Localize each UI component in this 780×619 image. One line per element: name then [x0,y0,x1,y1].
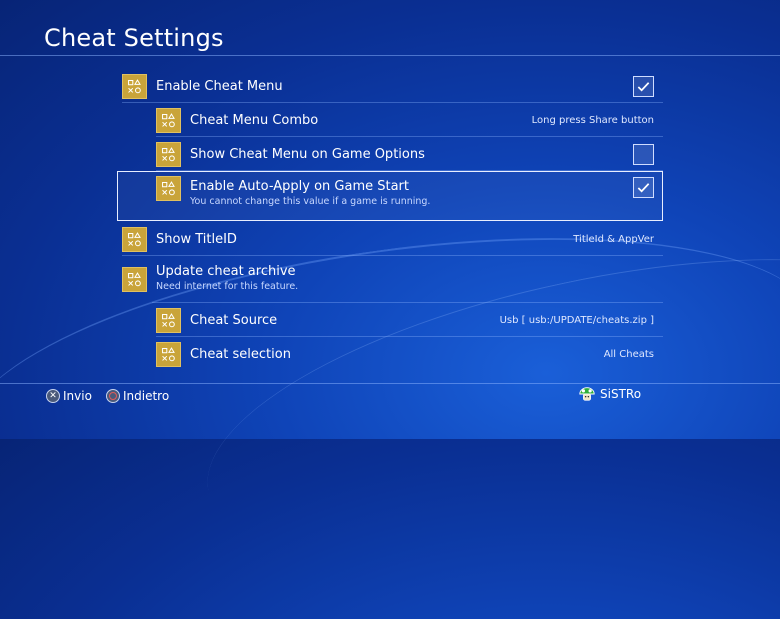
user-profile: SiSTRo [578,385,641,403]
setting-label: Show Cheat Menu on Game Options [190,146,425,162]
header-divider [0,55,780,56]
playstation-shapes-icon [156,107,181,133]
setting-title: Update cheat archive [156,264,296,279]
setting-value: Long press Share button [531,114,654,126]
playstation-shapes-icon [156,176,181,201]
setting-label: Cheat Menu Combo [190,112,319,128]
setting-cheat-selection[interactable]: Cheat selection All Cheats [156,337,663,371]
playstation-shapes-icon [122,226,147,252]
playstation-shapes-icon [156,341,181,367]
setting-enable-cheat-menu[interactable]: Enable Cheat Menu [122,69,663,103]
playstation-shapes-icon [156,141,181,167]
enable-cheat-menu-checkbox[interactable] [633,75,654,97]
mushroom-avatar-icon [578,385,596,403]
setting-cheat-menu-combo[interactable]: Cheat Menu Combo Long press Share button [156,103,663,137]
page-title: Cheat Settings [44,24,224,52]
setting-show-cheat-menu-game-options[interactable]: Show Cheat Menu on Game Options [156,137,663,171]
confirm-button[interactable]: ✕ Invio [46,389,92,403]
show-cheat-menu-checkbox[interactable] [633,143,654,165]
setting-label: Enable Auto-Apply on Game Start You cann… [190,179,633,207]
setting-cheat-source[interactable]: Cheat Source Usb [ usb:/UPDATE/cheats.zi… [156,303,663,337]
back-button[interactable]: Indietro [106,389,169,403]
setting-show-title-id[interactable]: Show TitleID TitleId & AppVer [122,222,663,256]
setting-value: Usb [ usb:/UPDATE/cheats.zip ] [499,314,654,326]
setting-label: Enable Cheat Menu [156,78,283,94]
setting-subtitle: Need internet for this feature. [156,281,299,292]
cross-button-icon: ✕ [46,389,60,403]
setting-title: Enable Auto-Apply on Game Start [190,179,409,194]
playstation-shapes-icon [156,307,181,333]
footer-divider [0,383,780,384]
setting-value: All Cheats [603,348,654,360]
setting-value: TitleId & AppVer [573,233,654,245]
setting-label: Update cheat archive Need internet for t… [156,264,663,292]
setting-label: Cheat selection [190,346,291,362]
circle-button-icon [106,389,120,403]
setting-label: Cheat Source [190,312,278,328]
username: SiSTRo [600,387,642,401]
enable-auto-apply-checkbox[interactable] [633,177,654,198]
setting-enable-auto-apply[interactable]: Enable Auto-Apply on Game Start You cann… [156,173,663,217]
playstation-shapes-icon [122,73,147,99]
setting-label: Show TitleID [156,231,237,247]
setting-subtitle: You cannot change this value if a game i… [190,196,431,207]
confirm-label: Invio [63,389,92,403]
playstation-shapes-icon [122,267,147,292]
setting-update-cheat-archive[interactable]: Update cheat archive Need internet for t… [122,262,663,302]
back-label: Indietro [123,389,170,403]
